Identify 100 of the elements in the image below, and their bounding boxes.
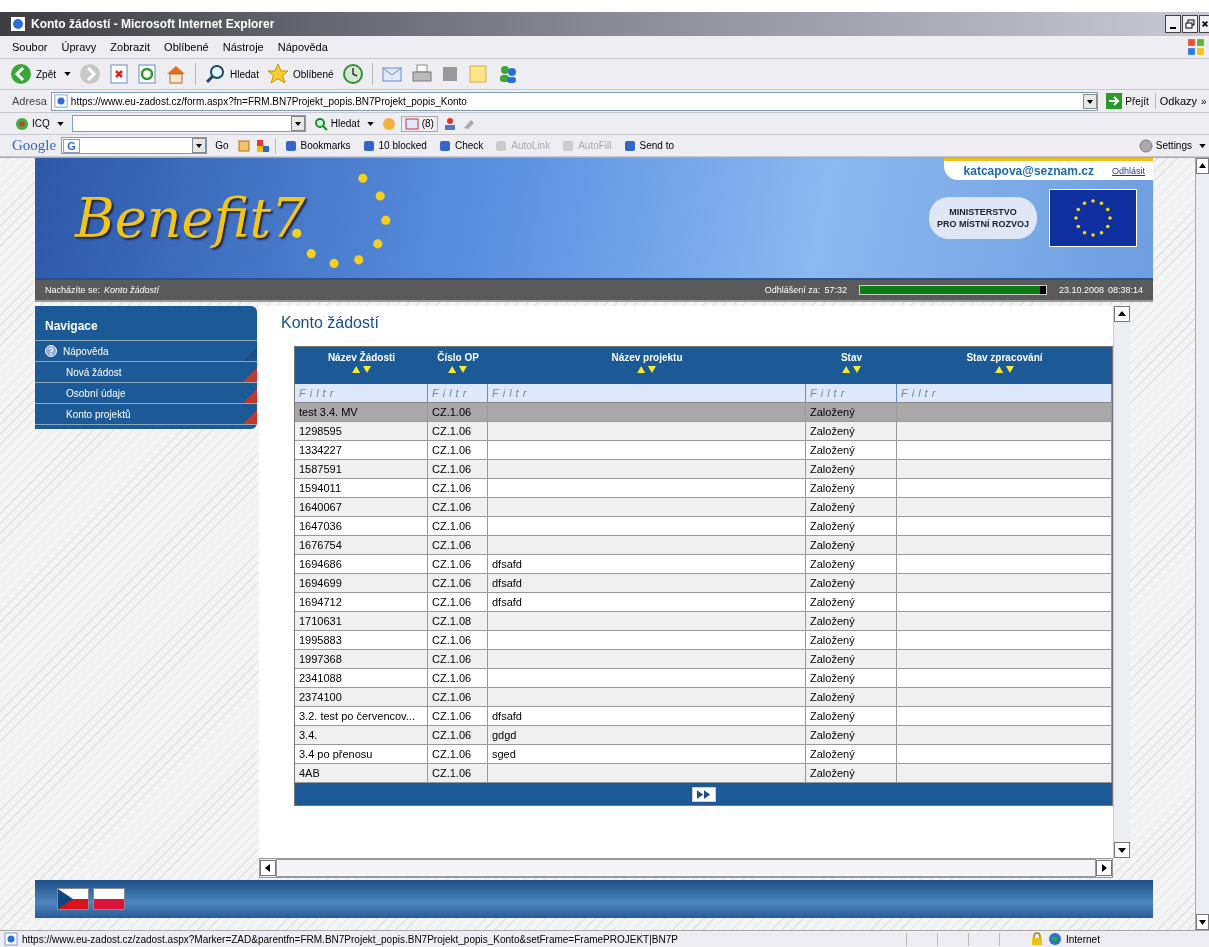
- toolbar-button[interactable]: 10 blocked: [358, 138, 430, 153]
- filter-field[interactable]: Filtr: [806, 384, 897, 403]
- puzzle-icon[interactable]: [255, 138, 270, 153]
- table-row[interactable]: 1694699 CZ.1.06 dfsafd Založený: [295, 574, 1112, 593]
- page-scrollbar[interactable]: [1195, 158, 1209, 930]
- search-button[interactable]: Hledat: [204, 63, 259, 85]
- home-icon[interactable]: [165, 63, 187, 85]
- sort-arrows-icon[interactable]: [448, 365, 468, 374]
- sort-arrows-icon[interactable]: [994, 365, 1015, 374]
- table-cell: CZ.1.06: [432, 634, 472, 646]
- column-header[interactable]: Název projektu: [488, 347, 806, 384]
- table-row[interactable]: 3.2. test po červencov... CZ.1.06 dfsafd Založený: [295, 707, 1112, 726]
- table-row[interactable]: 1710631 CZ.1.08 Založený: [295, 612, 1112, 631]
- column-header[interactable]: Název Žádosti: [295, 347, 428, 384]
- favorites-button[interactable]: Oblíbené: [266, 63, 334, 85]
- table-cell: Založený: [810, 558, 855, 570]
- more-button[interactable]: »: [1201, 95, 1209, 107]
- google-search-field[interactable]: G: [61, 137, 208, 154]
- toolbar-button[interactable]: Bookmarks: [280, 138, 354, 153]
- horizontal-scrollbar[interactable]: [259, 858, 1113, 878]
- sort-arrows-icon[interactable]: [841, 365, 862, 374]
- table-cell: 3.4 po přenosu: [299, 748, 373, 760]
- minimize-button[interactable]: [1165, 15, 1181, 33]
- icq-search-button[interactable]: Hledat: [310, 116, 377, 131]
- menu-item[interactable]: Oblíbené: [164, 41, 209, 53]
- menu-item[interactable]: Nástroje: [222, 41, 264, 53]
- google-logo: Google: [12, 137, 57, 154]
- table-row[interactable]: 3.4. CZ.1.06 gdgd Založený: [295, 726, 1112, 745]
- links-label[interactable]: Odkazy: [1159, 95, 1197, 107]
- scroll-left-icon[interactable]: [260, 860, 276, 876]
- toolbar-icon: [361, 138, 376, 153]
- location-text: Konto žádostí: [104, 285, 160, 295]
- dropdown-icon[interactable]: [192, 138, 207, 153]
- table-row[interactable]: 4AB CZ.1.06 Založený: [295, 764, 1112, 783]
- column-header[interactable]: Stav zpracování: [897, 347, 1112, 384]
- printer-icon[interactable]: [410, 63, 433, 85]
- filter-field[interactable]: Filtr: [295, 384, 428, 403]
- scroll-up-icon[interactable]: [1114, 306, 1130, 322]
- scroll-right-icon[interactable]: [1096, 860, 1112, 876]
- toolbar-button[interactable]: Check: [434, 138, 487, 153]
- settings-button[interactable]: Settings: [1135, 138, 1209, 153]
- icq-button[interactable]: ICQ: [12, 116, 67, 131]
- table-cell: CZ.1.06: [432, 406, 472, 418]
- table-row[interactable]: 1995883 CZ.1.06 Založený: [295, 631, 1112, 650]
- table-row[interactable]: 2341088 CZ.1.06 Založený: [295, 669, 1112, 688]
- stop-icon[interactable]: [109, 64, 129, 84]
- table-row[interactable]: 1676754 CZ.1.06 Založený: [295, 536, 1112, 555]
- table-row[interactable]: 1594011 CZ.1.06 Založený: [295, 479, 1112, 498]
- table-cell: 1694699: [299, 577, 342, 589]
- column-header[interactable]: Stav: [806, 347, 897, 384]
- menu-item[interactable]: Úpravy: [61, 41, 97, 53]
- menu-item[interactable]: Zobrazit: [110, 41, 151, 53]
- filter-field[interactable]: Filtr: [488, 384, 806, 403]
- address-field[interactable]: https://www.eu-zadost.cz/form.aspx?fn=FRM.BN7Projekt_popis.BN7Projekt_popis_Konto: [50, 91, 1099, 111]
- logout-link[interactable]: Odhlásit: [1111, 166, 1145, 176]
- czech-flag-icon[interactable]: [57, 888, 89, 910]
- table-row[interactable]: 1298595 CZ.1.06 Založený: [295, 422, 1112, 441]
- sidebar-item[interactable]: Nápověda: [35, 341, 257, 362]
- vertical-scrollbar[interactable]: [1113, 306, 1130, 858]
- column-header[interactable]: Číslo OP: [428, 347, 488, 384]
- refresh-icon[interactable]: [137, 64, 157, 84]
- table-row[interactable]: 1694712 CZ.1.06 dfsafd Založený: [295, 593, 1112, 612]
- filter-field[interactable]: Filtr: [428, 384, 488, 403]
- scroll-up-icon[interactable]: [1196, 158, 1209, 174]
- icq-search-field[interactable]: [71, 115, 306, 132]
- table-row[interactable]: 1694686 CZ.1.06 dfsafd Založený: [295, 555, 1112, 574]
- sidebar-item[interactable]: Konto projektů: [35, 404, 257, 425]
- user-icon[interactable]: [442, 116, 457, 131]
- scroll-down-icon[interactable]: [1114, 842, 1130, 858]
- toolbar-button[interactable]: Send to: [619, 138, 678, 153]
- sort-arrows-icon[interactable]: [351, 365, 372, 374]
- back-button[interactable]: Zpět: [10, 63, 71, 85]
- sidebar-item[interactable]: Nová žádost: [35, 362, 257, 383]
- messages-button[interactable]: (8): [400, 115, 438, 132]
- menu-item[interactable]: Soubor: [12, 41, 48, 53]
- filter-field[interactable]: Filtr: [897, 384, 1112, 403]
- sort-arrows-icon[interactable]: [637, 365, 657, 374]
- dropdown-icon[interactable]: [290, 116, 305, 131]
- go-button[interactable]: Go: [212, 140, 232, 151]
- restore-button[interactable]: [1182, 15, 1198, 33]
- search-engine-label[interactable]: G: [63, 138, 80, 153]
- history-icon[interactable]: [341, 63, 364, 85]
- table-row[interactable]: 1997368 CZ.1.06 Založený: [295, 650, 1112, 669]
- close-button[interactable]: [1199, 15, 1209, 33]
- table-row[interactable]: 1334227 CZ.1.06 Založený: [295, 441, 1112, 460]
- caret-icon: [64, 72, 71, 76]
- table-row[interactable]: 1640067 CZ.1.06 Založený: [295, 498, 1112, 517]
- menu-item[interactable]: Nápověda: [277, 41, 328, 53]
- table-row[interactable]: 1647036 CZ.1.06 Založený: [295, 517, 1112, 536]
- sidebar-item[interactable]: Osobní údaje: [35, 383, 257, 404]
- next-page-button[interactable]: [691, 786, 716, 802]
- table-row[interactable]: 1587591 CZ.1.06 Založený: [295, 460, 1112, 479]
- table-row[interactable]: test 3.4. MV CZ.1.06 Založený: [295, 403, 1112, 422]
- go-button[interactable]: Přejít: [1102, 93, 1156, 109]
- polish-flag-icon[interactable]: [93, 888, 125, 910]
- scroll-down-icon[interactable]: [1196, 914, 1209, 930]
- table-cell: Založený: [810, 672, 855, 684]
- dropdown-icon[interactable]: [1083, 93, 1098, 109]
- table-row[interactable]: 2374100 CZ.1.06 Založený: [295, 688, 1112, 707]
- table-row[interactable]: 3.4 po přenosu CZ.1.06 sged Založený: [295, 745, 1112, 764]
